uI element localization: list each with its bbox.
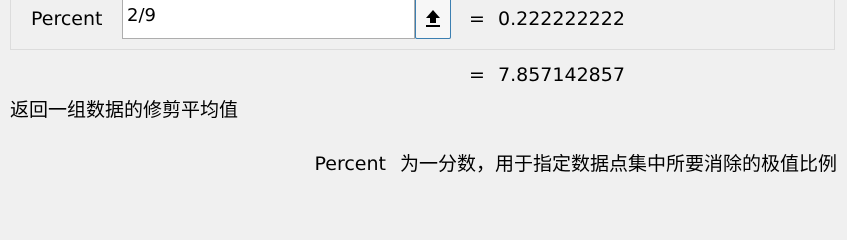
argument-equals-sign: = xyxy=(469,8,485,30)
percent-input[interactable]: 2/9 xyxy=(122,0,415,39)
formula-result-value: 7.857142857 xyxy=(498,64,625,86)
argument-evaluated-value: 0.222222222 xyxy=(498,8,625,30)
argument-help: Percent 为一分数，用于指定数据点集中所要消除的极值比例 xyxy=(314,150,837,178)
argument-help-name: Percent xyxy=(314,153,386,175)
argument-label: Percent xyxy=(31,8,103,30)
collapse-dialog-icon xyxy=(426,10,440,27)
result-equals-sign: = xyxy=(469,64,485,86)
argument-help-text: 为一分数，用于指定数据点集中所要消除的极值比例 xyxy=(399,153,837,175)
function-description: 返回一组数据的修剪平均值 xyxy=(10,99,239,121)
collapse-dialog-button[interactable] xyxy=(415,0,451,39)
